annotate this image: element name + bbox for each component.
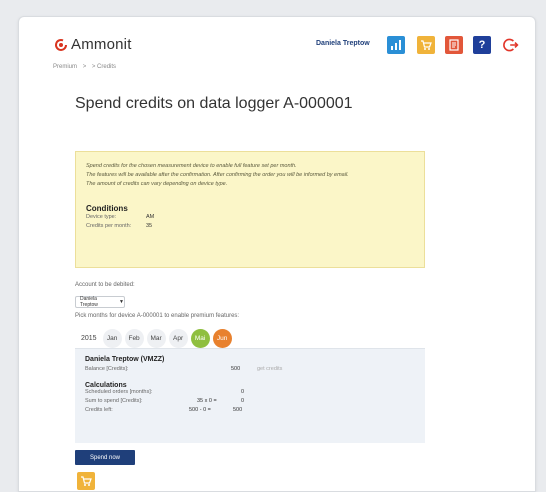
credits-per-month-row: Credits per month: 35 [86, 222, 414, 231]
info-line-1: Spend credits for the chosen measurement… [86, 163, 297, 169]
cart-icon [81, 476, 92, 486]
spend-row: Sum to spend [Credits]: 35 x 0 = 0 [85, 398, 415, 407]
conditions-title: Conditions [86, 204, 128, 213]
cart-icon [421, 40, 432, 50]
balance-row: Balance [Credits]: 500 get credits [85, 366, 415, 375]
balance-label: Balance [Credits]: [85, 366, 129, 372]
account-select[interactable]: Daniela Treptow ▼ [75, 296, 125, 308]
device-type-label: Device type: [86, 214, 117, 220]
info-line-3: The amount of credits can vary depending… [86, 181, 228, 187]
logo[interactable]: Ammonit [53, 36, 132, 53]
help-button[interactable]: ? [473, 36, 491, 54]
scheduled-label: Scheduled orders [months]: [85, 389, 153, 395]
credits-left-expression: 500 - 0 = [189, 407, 211, 413]
months-instruction: Pick months for device A-000001 to enabl… [75, 313, 240, 319]
credits-per-month-value: 35 [146, 223, 153, 229]
month-jan[interactable]: Jan [102, 329, 122, 348]
document-button[interactable] [445, 36, 463, 54]
info-line-2: The features will be available after the… [86, 172, 349, 178]
main-card: Ammonit Daniela Treptow ? Premium > > Cr… [18, 16, 536, 492]
ammonit-logo-icon [55, 38, 67, 51]
chart-button[interactable] [387, 36, 405, 54]
info-box: Spend credits for the chosen measurement… [75, 151, 425, 268]
logout-button[interactable] [501, 35, 521, 55]
month-apr[interactable]: Apr [168, 329, 188, 348]
balance-value: 500 [231, 366, 241, 372]
chevron-down-icon: ▼ [119, 299, 124, 305]
document-icon [449, 39, 459, 51]
account-select-value: Daniela Treptow [80, 296, 98, 308]
spend-value: 0 [241, 398, 245, 404]
scheduled-row: Scheduled orders [months]: 0 [85, 389, 415, 398]
breadcrumb-separator: > [82, 64, 87, 70]
chart-icon [391, 40, 401, 50]
month-jun[interactable]: Jun [212, 329, 232, 348]
user-name-link[interactable]: Daniela Treptow [316, 40, 370, 47]
account-title: Daniela Treptow (VMZZ) [85, 356, 165, 363]
scheduled-value: 0 [241, 389, 245, 395]
credits-left-label: Credits left: [85, 407, 113, 413]
month-mar[interactable]: Mar [146, 329, 166, 348]
logo-text: Ammonit [71, 36, 132, 53]
device-type-value: AM [146, 214, 155, 220]
account-label: Account to be debited: [75, 282, 135, 288]
breadcrumb-credits: > Credits [91, 64, 117, 70]
credits-per-month-label: Credits per month: [86, 223, 132, 229]
month-mai[interactable]: Mai [190, 329, 210, 348]
page-title: Spend credits on data logger A-000001 [75, 95, 353, 112]
credits-left-row: Credits left: 500 - 0 = 500 [85, 407, 415, 416]
help-icon: ? [478, 39, 486, 51]
spend-label: Sum to spend [Credits]: [85, 398, 143, 404]
credits-left-value: 500 [233, 407, 243, 413]
spend-now-button[interactable]: Spend now [75, 450, 135, 465]
get-credits-link[interactable]: get credits [257, 366, 282, 372]
month-picker: 2015 Jan Feb Mar Apr Mai Jun [81, 329, 235, 348]
breadcrumb-premium[interactable]: Premium [53, 64, 77, 70]
device-type-row: Device type: AM [86, 213, 414, 222]
calculations-title: Calculations [85, 382, 127, 389]
month-feb[interactable]: Feb [124, 329, 144, 348]
breadcrumb: Premium > > Credits [53, 64, 120, 70]
logout-icon [503, 38, 519, 52]
account-summary-panel: Daniela Treptow (VMZZ) Balance [Credits]… [75, 348, 425, 443]
year-label: 2015 [81, 335, 97, 342]
cart-button[interactable] [417, 36, 435, 54]
spend-expression: 35 x 0 = [197, 398, 217, 404]
cart-shortcut-button[interactable] [77, 472, 95, 490]
